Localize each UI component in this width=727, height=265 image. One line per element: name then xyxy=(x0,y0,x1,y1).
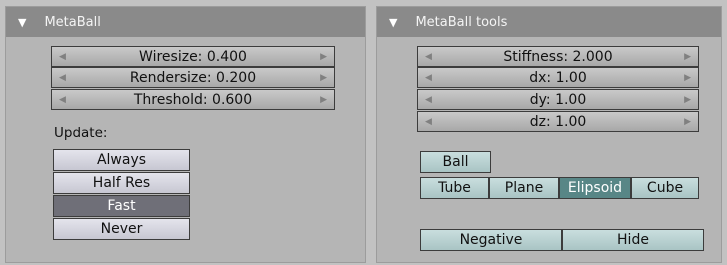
arrow-right-icon[interactable]: ▶ xyxy=(320,47,327,66)
metaball-panel-title: MetaBall xyxy=(44,14,101,30)
dx-value: dx: 1.00 xyxy=(529,69,587,86)
type-plane-button[interactable]: Plane xyxy=(489,177,559,199)
arrow-left-icon[interactable]: ◀ xyxy=(425,47,432,66)
dy-value: dy: 1.00 xyxy=(529,91,587,108)
arrow-left-icon[interactable]: ◀ xyxy=(425,68,432,87)
threshold-field[interactable]: ◀ Threshold: 0.600 ▶ xyxy=(51,89,335,110)
arrow-left-icon[interactable]: ◀ xyxy=(425,90,432,109)
arrow-right-icon[interactable]: ▶ xyxy=(684,90,691,109)
metaball-panel: ▼ MetaBall ◀ Wiresize: 0.400 ▶ ◀ Renders… xyxy=(5,6,366,263)
stiffness-field[interactable]: ◀ Stiffness: 2.000 ▶ xyxy=(417,46,699,67)
arrow-right-icon[interactable]: ▶ xyxy=(684,112,691,131)
ball-button[interactable]: Ball xyxy=(420,151,491,173)
update-never-button[interactable]: Never xyxy=(53,218,190,240)
threshold-value: Threshold: 0.600 xyxy=(133,91,253,108)
update-half-res-button[interactable]: Half Res xyxy=(53,172,190,194)
metaball-tools-panel-header[interactable]: ▼ MetaBall tools xyxy=(377,7,721,37)
arrow-right-icon[interactable]: ▶ xyxy=(684,47,691,66)
metaball-tools-panel: ▼ MetaBall tools ◀ Stiffness: 2.000 ▶ ◀ … xyxy=(376,6,722,263)
arrow-right-icon[interactable]: ▶ xyxy=(320,90,327,109)
dx-field[interactable]: ◀ dx: 1.00 ▶ xyxy=(417,67,699,88)
type-cube-button[interactable]: Cube xyxy=(631,177,699,199)
dz-value: dz: 1.00 xyxy=(529,113,587,130)
arrow-left-icon[interactable]: ◀ xyxy=(425,112,432,131)
rendersize-value: Rendersize: 0.200 xyxy=(129,69,257,86)
arrow-right-icon[interactable]: ▶ xyxy=(684,68,691,87)
rendersize-field[interactable]: ◀ Rendersize: 0.200 ▶ xyxy=(51,67,335,88)
metaball-tools-panel-title: MetaBall tools xyxy=(415,14,508,30)
metaball-panel-header[interactable]: ▼ MetaBall xyxy=(6,7,365,37)
arrow-right-icon[interactable]: ▶ xyxy=(320,68,327,87)
hide-button[interactable]: Hide xyxy=(562,229,704,251)
update-fast-button[interactable]: Fast xyxy=(53,195,190,217)
collapse-triangle-icon[interactable]: ▼ xyxy=(18,16,26,29)
update-label: Update: xyxy=(54,125,108,141)
wiresize-field[interactable]: ◀ Wiresize: 0.400 ▶ xyxy=(51,46,335,67)
wiresize-value: Wiresize: 0.400 xyxy=(139,48,247,65)
negative-button[interactable]: Negative xyxy=(420,229,562,251)
update-always-button[interactable]: Always xyxy=(53,149,190,171)
arrow-left-icon[interactable]: ◀ xyxy=(59,90,66,109)
collapse-triangle-icon[interactable]: ▼ xyxy=(389,16,397,29)
dy-field[interactable]: ◀ dy: 1.00 ▶ xyxy=(417,89,699,110)
type-elipsoid-button[interactable]: Elipsoid xyxy=(559,177,631,199)
arrow-left-icon[interactable]: ◀ xyxy=(59,68,66,87)
stiffness-value: Stiffness: 2.000 xyxy=(503,48,613,65)
dz-field[interactable]: ◀ dz: 1.00 ▶ xyxy=(417,111,699,132)
type-tube-button[interactable]: Tube xyxy=(420,177,489,199)
arrow-left-icon[interactable]: ◀ xyxy=(59,47,66,66)
